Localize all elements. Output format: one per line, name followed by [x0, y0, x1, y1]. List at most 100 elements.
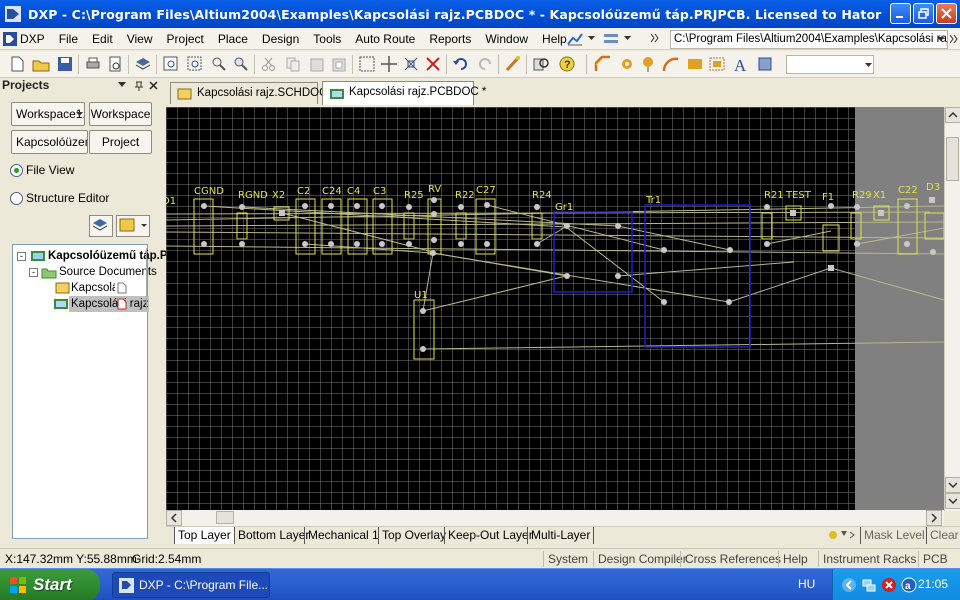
menu-project[interactable]: Project: [160, 28, 211, 50]
vertical-scrollbar[interactable]: [944, 107, 960, 511]
project-options-button[interactable]: [116, 215, 150, 237]
layer-tab-mechanical[interactable]: Mechanical 1: [304, 527, 382, 544]
security-alert-icon[interactable]: [881, 577, 897, 593]
tab-pcbdoc[interactable]: Kapcsolási rajz.PCBDOC *: [322, 81, 486, 105]
network-icon[interactable]: [861, 577, 877, 593]
designator-rv[interactable]: RV: [428, 184, 441, 195]
zoom-filtered-icon[interactable]: [232, 55, 250, 73]
menu-auto-route[interactable]: Auto Route: [348, 28, 422, 50]
close-panel-icon[interactable]: [149, 81, 158, 90]
panel-cross-references[interactable]: Cross References: [680, 551, 785, 567]
designator-f1[interactable]: F1: [822, 192, 834, 203]
chevron-down-icon[interactable]: [76, 112, 83, 117]
horizontal-scroll-thumb[interactable]: [216, 511, 234, 524]
designator-x2[interactable]: X2: [272, 190, 285, 201]
horizontal-scrollbar[interactable]: [166, 510, 944, 526]
designator-c2[interactable]: C2: [297, 186, 310, 197]
pcb-drawing[interactable]: D1 CGND RGND X2 C2 C24 C4 C3 R25 RV R22C27 R24Gr1 Tr…: [166, 107, 944, 511]
new-document-icon[interactable]: [8, 55, 26, 73]
dropdown-arrow-icon[interactable]: [624, 36, 631, 41]
paste-icon[interactable]: [308, 55, 326, 73]
paste-array-icon[interactable]: [330, 55, 348, 73]
designator-test[interactable]: TEST: [785, 190, 812, 201]
scroll-left-button[interactable]: [166, 510, 182, 526]
taskbar-dxp-button[interactable]: DXP - C:\Program File...: [112, 572, 270, 598]
toolbar-combo[interactable]: [786, 55, 874, 74]
designator-c22[interactable]: C22: [898, 185, 918, 196]
designator-tr1[interactable]: Tr1: [645, 195, 661, 206]
file-view-radio[interactable]: [10, 164, 23, 177]
panel-system[interactable]: System: [543, 551, 592, 567]
cross-probe-icon[interactable]: [504, 55, 522, 73]
vertical-scroll-thumb[interactable]: [946, 137, 959, 181]
layer-tab-top[interactable]: Top Layer: [174, 527, 234, 544]
menu-reports[interactable]: Reports: [422, 28, 478, 50]
designator-rgnd[interactable]: RGND: [238, 190, 268, 201]
undo-icon[interactable]: [452, 55, 470, 73]
copy-icon[interactable]: [284, 55, 302, 73]
zoom-selected-icon[interactable]: [210, 55, 228, 73]
place-arc-icon[interactable]: [662, 55, 680, 73]
menu-view[interactable]: View: [120, 28, 160, 50]
designator-r24[interactable]: R24: [532, 190, 552, 201]
dropdown-arrow-icon[interactable]: [588, 36, 595, 41]
browse-components-icon[interactable]: [532, 55, 550, 73]
panel-menu-icon[interactable]: [118, 82, 127, 88]
workspace-button[interactable]: Workspace: [89, 102, 152, 126]
minimize-button[interactable]: [890, 3, 911, 24]
menu-tools[interactable]: Tools: [306, 28, 348, 50]
menu-dxp[interactable]: DXP: [0, 28, 52, 50]
workspace-combo[interactable]: Workspace1.DsnWrk: [11, 102, 85, 126]
place-coordinate-icon[interactable]: [756, 55, 774, 73]
designator-c24[interactable]: C24: [322, 186, 342, 197]
dxp-app-icon[interactable]: [4, 5, 22, 23]
collapse-icon[interactable]: -: [17, 252, 26, 261]
collapse-icon[interactable]: -: [29, 268, 38, 277]
tree-item-source-documents[interactable]: - Source Documents: [15, 264, 157, 280]
menu-window[interactable]: Window: [478, 28, 535, 50]
layers-icon[interactable]: [134, 55, 152, 73]
tab-schdoc[interactable]: Kapcsolási rajz.SCHDOC: [170, 82, 327, 104]
clear-button[interactable]: Clear: [926, 527, 960, 544]
place-pad-icon[interactable]: [618, 55, 636, 73]
designator-r22[interactable]: R22: [455, 190, 475, 201]
workspace-options-button[interactable]: [89, 215, 113, 237]
place-via-icon[interactable]: [640, 55, 658, 73]
toolbar-overflow-icon[interactable]: [950, 34, 958, 44]
layer-tab-keepout[interactable]: Keep-Out Layer: [444, 527, 536, 544]
chevron-down-icon[interactable]: [865, 63, 872, 68]
move-selection-icon[interactable]: [380, 55, 398, 73]
designator-r29[interactable]: R29: [852, 190, 872, 201]
place-string-icon[interactable]: A: [732, 55, 750, 73]
layer-tab-multi[interactable]: Multi-Layer: [527, 527, 595, 544]
scroll-right-button[interactable]: [926, 510, 942, 526]
menu-edit[interactable]: Edit: [85, 28, 120, 50]
designator-u1[interactable]: U1: [414, 290, 428, 301]
tree-item-schdoc[interactable]: Kapcsolási rajz.SCHDOC: [15, 280, 147, 296]
scroll-down-button[interactable]: [945, 493, 960, 509]
layer-tab-top-overlay[interactable]: Top Overlay: [378, 527, 449, 544]
panel-help[interactable]: Help: [778, 551, 812, 567]
wiring-tool-icon[interactable]: [566, 31, 584, 47]
zoom-fit-icon[interactable]: [162, 55, 180, 73]
designator-gr1[interactable]: Gr1: [555, 202, 573, 213]
chevron-down-icon[interactable]: [937, 37, 944, 42]
designator-d1[interactable]: D1: [166, 196, 176, 207]
pcb-canvas[interactable]: D1 CGND RGND X2 C2 C24 C4 C3 R25 RV R22C27 R24Gr1 Tr…: [166, 107, 944, 511]
print-preview-icon[interactable]: [106, 55, 124, 73]
clear-filter-icon[interactable]: [424, 55, 442, 73]
tree-item-project[interactable]: - Kapcsolóüzemű táp.PRJPCB: [15, 248, 206, 264]
restore-button[interactable]: [913, 3, 934, 24]
layout-tool-icon[interactable]: [602, 31, 620, 47]
document-path-combo[interactable]: C:\Program Files\Altium2004\Examples\Kap…: [670, 30, 948, 49]
scroll-down-small-button[interactable]: [945, 477, 960, 493]
menu-place[interactable]: Place: [211, 28, 255, 50]
start-button[interactable]: Start: [0, 569, 100, 600]
menu-design[interactable]: Design: [255, 28, 306, 50]
designator-r25[interactable]: R25: [404, 190, 424, 201]
interactive-routing-icon[interactable]: [594, 55, 612, 73]
designator-c27[interactable]: C27: [476, 185, 496, 196]
project-combo[interactable]: Kapcsolóüzemű táp.PRJPCB: [11, 130, 88, 154]
place-polygon-icon[interactable]: [708, 55, 726, 73]
menu-file[interactable]: File: [52, 28, 85, 50]
